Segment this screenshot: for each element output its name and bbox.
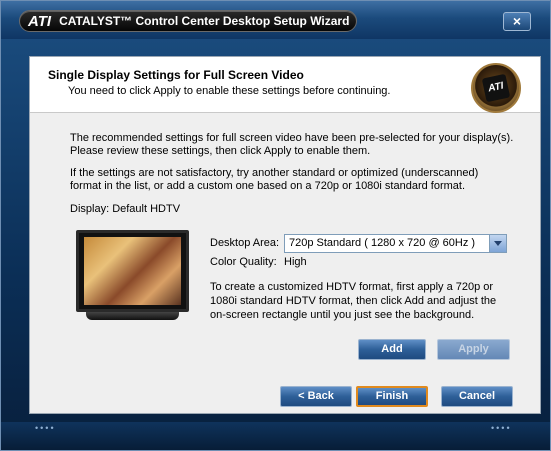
display-row: Display: Default HDTV (70, 203, 180, 216)
wizard-window: ATI CATALYST™ Control Center Desktop Set… (0, 0, 551, 451)
title-pill: ATI CATALYST™ Control Center Desktop Set… (19, 10, 357, 32)
hdtv-image (76, 230, 189, 322)
content-panel: Single Display Settings for Full Screen … (29, 56, 541, 414)
apply-button[interactable]: Apply (437, 339, 510, 360)
custom-line-3: on-screen rectangle until you just see t… (210, 309, 475, 321)
ati-badge-logo: ATI (481, 73, 511, 103)
cancel-button[interactable]: Cancel (441, 386, 513, 407)
alt-line-1: If the settings are not satisfactory, tr… (70, 167, 479, 179)
display-value: Default HDTV (112, 203, 181, 215)
intro-line-2: Please review these settings, then click… (70, 145, 371, 157)
close-button[interactable]: × (503, 12, 531, 31)
page-title: Single Display Settings for Full Screen … (48, 68, 304, 82)
add-button[interactable]: Add (358, 339, 426, 360)
finish-button[interactable]: Finish (356, 386, 428, 407)
display-label: Display: (70, 203, 110, 215)
color-quality-label: Color Quality: (210, 256, 277, 268)
page-subtitle: You need to click Apply to enable these … (68, 85, 391, 97)
grip-dots-right: •••• (491, 423, 512, 433)
alt-line-2: format in the list, or add a custom one … (70, 180, 466, 192)
custom-line-2: 1080i standard HDTV format, then click A… (210, 295, 497, 307)
desktop-area-select[interactable]: 720p Standard ( 1280 x 720 @ 60Hz ) (284, 234, 507, 253)
intro-line-1: The recommended settings for full screen… (70, 132, 514, 144)
wizard-header: Single Display Settings for Full Screen … (30, 57, 540, 113)
desktop-area-value: 720p Standard ( 1280 x 720 @ 60Hz ) (289, 237, 476, 249)
status-strip (1, 422, 550, 450)
desktop-area-label: Desktop Area: (210, 237, 280, 249)
custom-line-1: To create a customized HDTV format, firs… (210, 281, 494, 293)
tv-screen (76, 230, 189, 312)
window-title: CATALYST™ Control Center Desktop Setup W… (59, 14, 350, 28)
grip-dots-left: •••• (35, 423, 56, 433)
ati-badge-icon: ATI (471, 63, 521, 113)
back-button[interactable]: < Back (280, 386, 352, 407)
tv-picture (84, 237, 181, 305)
title-bar[interactable]: ATI CATALYST™ Control Center Desktop Set… (1, 1, 550, 39)
ati-logo: ATI (28, 12, 52, 30)
tv-stand (86, 312, 179, 320)
chevron-down-icon[interactable] (489, 235, 506, 252)
color-quality-value: High (284, 256, 307, 268)
